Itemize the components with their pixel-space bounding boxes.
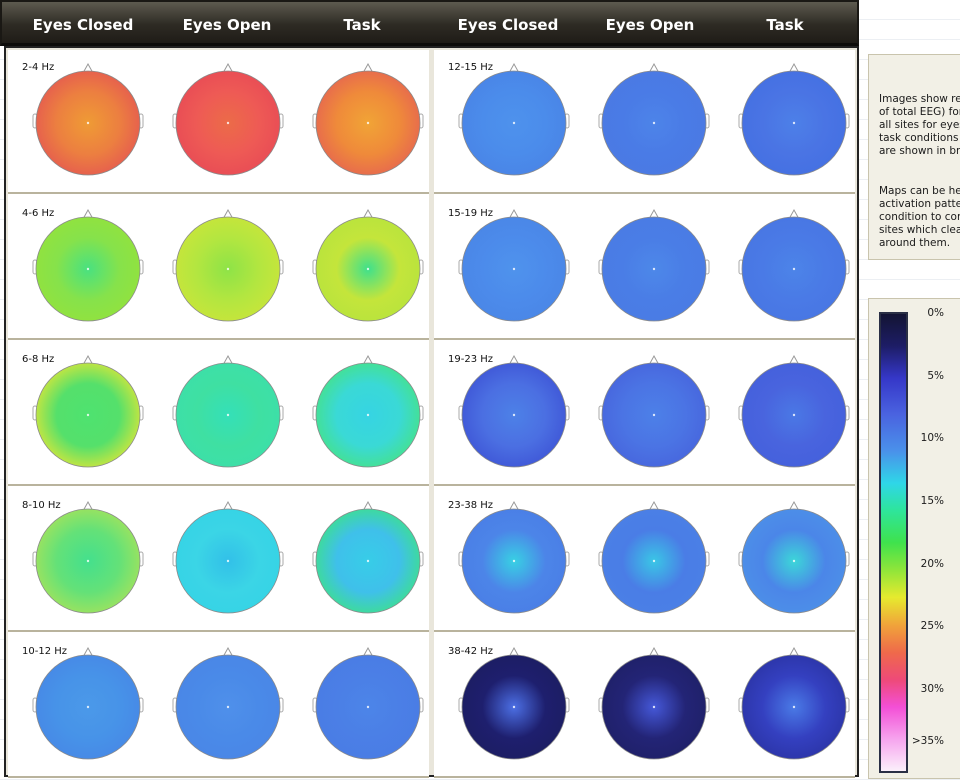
topomap-head [596,354,712,472]
topomap-head [30,500,146,618]
legend-tick: 30% [920,683,944,695]
topomap-grid: 2-4 Hz 4-6 Hz 6-8 Hz 8-10 Hz 10-12 Hz 12-15 … [4,46,859,778]
topomap-head [30,62,146,180]
header-task-left: Task [343,16,381,34]
legend-tick: 25% [920,620,944,632]
topomap-head [596,646,712,764]
topomap-head [456,646,572,764]
band-panel: 38-42 Hz [434,634,855,778]
topomap-head [170,646,286,764]
topomap-head [736,354,852,472]
topomap-head [456,208,572,326]
header-eyes-closed-right: Eyes Closed [457,16,559,34]
topomap-head [310,62,426,180]
high-frequency-column: 12-15 Hz 15-19 Hz 19-23 Hz 23-38 Hz 38-42 Hz [434,50,855,778]
band-panel: 2-4 Hz [8,50,429,194]
topomap-head [30,646,146,764]
topomap-head [310,646,426,764]
header-eyes-closed-left: Eyes Closed [32,16,134,34]
band-panel: 8-10 Hz [8,488,429,632]
legend-tick: 0% [927,307,944,319]
info-panel: Images show re of total EEG) for all sit… [868,54,960,260]
topomap-head [736,208,852,326]
topomap-head [30,208,146,326]
info-paragraph-1: Images show re of total EEG) for all sit… [879,93,960,157]
header-eyes-open-right: Eyes Open [605,16,695,34]
topomap-head [596,208,712,326]
topomap-head [310,500,426,618]
legend-tick: 5% [927,370,944,382]
legend-tick: 10% [920,432,944,444]
topomap-head [596,62,712,180]
band-panel: 4-6 Hz [8,196,429,340]
topomap-head [170,62,286,180]
topomap-head [30,354,146,472]
column-header-bar: Eyes Closed Eyes Open Task Eyes Closed E… [0,0,859,46]
topomap-head [456,354,572,472]
topomap-head [596,500,712,618]
band-panel: 6-8 Hz [8,342,429,486]
band-panel: 23-38 Hz [434,488,855,632]
band-panel: 10-12 Hz [8,634,429,778]
topomap-head [170,208,286,326]
color-scale-legend: 0% 5% 10% 15% 20% 25% 30% >35% [868,298,960,779]
band-panel: 15-19 Hz [434,196,855,340]
topomap-head [456,62,572,180]
topomap-head [736,646,852,764]
topomap-head [736,62,852,180]
legend-tick: 20% [920,558,944,570]
info-paragraph-2: Maps can be he activation patte conditio… [879,185,960,249]
header-task-right: Task [766,16,804,34]
low-frequency-column: 2-4 Hz 4-6 Hz 6-8 Hz 8-10 Hz 10-12 Hz [8,50,429,778]
topomap-head [736,500,852,618]
topomap-head [310,354,426,472]
band-panel: 12-15 Hz [434,50,855,194]
topomap-head [310,208,426,326]
topomap-head [456,500,572,618]
topomap-head [170,354,286,472]
topomap-head [170,500,286,618]
header-eyes-open-left: Eyes Open [182,16,272,34]
legend-tick: >35% [911,735,944,747]
color-scale-bar [879,312,908,773]
band-panel: 19-23 Hz [434,342,855,486]
legend-tick: 15% [920,495,944,507]
